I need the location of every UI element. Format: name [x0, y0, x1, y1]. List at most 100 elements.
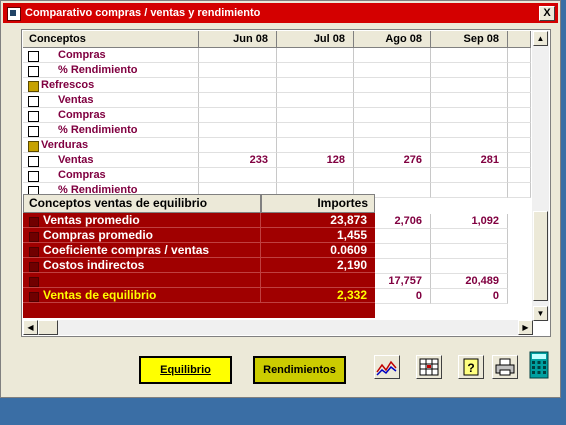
- row-concept-cell: % Rendimiento: [23, 63, 199, 78]
- close-button[interactable]: X: [539, 6, 555, 21]
- row-concept-cell: Ventas: [23, 153, 199, 168]
- table-row[interactable]: Ventas 233 128 276 281: [23, 153, 531, 168]
- row-filler-cell: [508, 138, 531, 153]
- summary-row[interactable]: [23, 273, 375, 288]
- row-value-cell: 281: [431, 153, 508, 168]
- app-icon: [7, 7, 21, 21]
- row-value-cell: [199, 138, 277, 153]
- summary-row[interactable]: Coeficiente compras / ventas 0.0609: [23, 243, 375, 258]
- row-value-cell: [431, 93, 508, 108]
- print-button[interactable]: [492, 355, 518, 379]
- table-row[interactable]: % Rendimiento: [23, 123, 531, 138]
- table-row[interactable]: Ventas: [23, 93, 531, 108]
- row-value-cell: [354, 48, 431, 63]
- equilibrio-button[interactable]: Equilibrio: [139, 356, 232, 384]
- summary-value: [261, 273, 375, 288]
- row-value-cell: [277, 108, 354, 123]
- row-marker-icon: [29, 277, 39, 287]
- row-marker-icon: [29, 232, 39, 242]
- calculator-button[interactable]: [529, 351, 549, 379]
- row-value-cell: [277, 63, 354, 78]
- summary-row[interactable]: Ventas de equilibrio 2,332: [23, 288, 375, 303]
- row-label: % Rendimiento: [58, 64, 138, 76]
- column-header-conceptos[interactable]: Conceptos: [23, 31, 199, 48]
- summary-value: 2,332: [261, 288, 375, 303]
- column-header-jul[interactable]: Jul 08: [277, 31, 354, 48]
- summary-panel: Conceptos ventas de equilibrio Importes …: [23, 194, 375, 318]
- row-value-cell: [199, 78, 277, 93]
- row-value-cell: [199, 48, 277, 63]
- row-concept-cell: Ventas: [23, 93, 199, 108]
- table-row[interactable]: % Rendimiento: [23, 63, 531, 78]
- table-row[interactable]: Compras: [23, 108, 531, 123]
- summary-value: 23,873: [261, 213, 375, 228]
- column-header-ago[interactable]: Ago 08: [354, 31, 431, 48]
- svg-text:?: ?: [467, 361, 474, 375]
- summary-label-cell: Ventas promedio: [23, 213, 261, 228]
- row-checkbox[interactable]: [28, 126, 39, 137]
- row-value-cell: [199, 168, 277, 183]
- print-icon: [495, 358, 515, 376]
- row-filler-cell: [508, 78, 531, 93]
- row-concept-cell: Refrescos: [23, 78, 199, 93]
- row-marker-icon: [29, 247, 39, 257]
- row-value-cell: 276: [354, 153, 431, 168]
- row-value-cell: [354, 93, 431, 108]
- row-checkbox[interactable]: [28, 81, 39, 92]
- column-header-jun[interactable]: Jun 08: [199, 31, 277, 48]
- row-checkbox[interactable]: [28, 111, 39, 122]
- row-filler-cell: [508, 93, 531, 108]
- equilibrio-label: Equilibrio: [160, 364, 211, 376]
- row-value-cell: [277, 48, 354, 63]
- row-checkbox[interactable]: [28, 96, 39, 107]
- row-checkbox[interactable]: [28, 66, 39, 77]
- row-label: Compras: [58, 49, 106, 61]
- row-label: Verduras: [41, 139, 89, 151]
- summary-row[interactable]: Costos indirectos 2,190: [23, 258, 375, 273]
- summary-row[interactable]: Compras promedio 1,455: [23, 228, 375, 243]
- scroll-left-icon[interactable]: ◀: [23, 320, 38, 335]
- vertical-scrollbar[interactable]: ▲ ▼: [532, 31, 549, 321]
- vertical-scroll-thumb[interactable]: [533, 211, 548, 301]
- scroll-up-icon[interactable]: ▲: [533, 31, 548, 46]
- table-button[interactable]: [416, 355, 442, 379]
- row-checkbox[interactable]: [28, 51, 39, 62]
- chart-button[interactable]: [374, 355, 400, 379]
- table-row[interactable]: Refrescos: [23, 78, 531, 93]
- summary-grid-value-cell: [431, 259, 508, 274]
- row-checkbox[interactable]: [28, 156, 39, 167]
- row-value-cell: [354, 123, 431, 138]
- row-value-cell: [277, 93, 354, 108]
- table-row[interactable]: Verduras: [23, 138, 531, 153]
- summary-label-cell: Coeficiente compras / ventas: [23, 243, 261, 258]
- row-label: Refrescos: [41, 79, 95, 91]
- summary-grid-value-cell: 20,489: [431, 274, 508, 289]
- help-button[interactable]: ?: [458, 355, 484, 379]
- row-value-cell: [199, 93, 277, 108]
- rendimientos-button[interactable]: Rendimientos: [253, 356, 346, 384]
- table-row[interactable]: Compras: [23, 48, 531, 63]
- row-value-cell: [199, 123, 277, 138]
- summary-label: Ventas promedio: [43, 213, 140, 227]
- scroll-down-icon[interactable]: ▼: [533, 306, 548, 321]
- summary-row[interactable]: Ventas promedio 23,873: [23, 213, 375, 228]
- table-row[interactable]: Compras: [23, 168, 531, 183]
- row-filler-cell: [508, 48, 531, 63]
- scroll-right-icon[interactable]: ▶: [518, 320, 533, 335]
- row-value-cell: [354, 78, 431, 93]
- summary-label-cell: [23, 273, 261, 288]
- row-marker-icon: [29, 217, 39, 227]
- horizontal-scroll-thumb[interactable]: [38, 320, 58, 335]
- row-filler-cell: [508, 123, 531, 138]
- row-value-cell: [199, 63, 277, 78]
- row-value-cell: 233: [199, 153, 277, 168]
- row-checkbox[interactable]: [28, 171, 39, 182]
- summary-grid-value-cell: 0: [431, 289, 508, 304]
- column-header-sep[interactable]: Sep 08: [431, 31, 508, 48]
- row-value-cell: [431, 78, 508, 93]
- title-bar: Comparativo compras / ventas y rendimien…: [3, 3, 558, 23]
- row-checkbox[interactable]: [28, 141, 39, 152]
- horizontal-scrollbar[interactable]: ◀ ▶: [23, 320, 533, 335]
- row-value-cell: [431, 108, 508, 123]
- row-filler-cell: [508, 183, 531, 198]
